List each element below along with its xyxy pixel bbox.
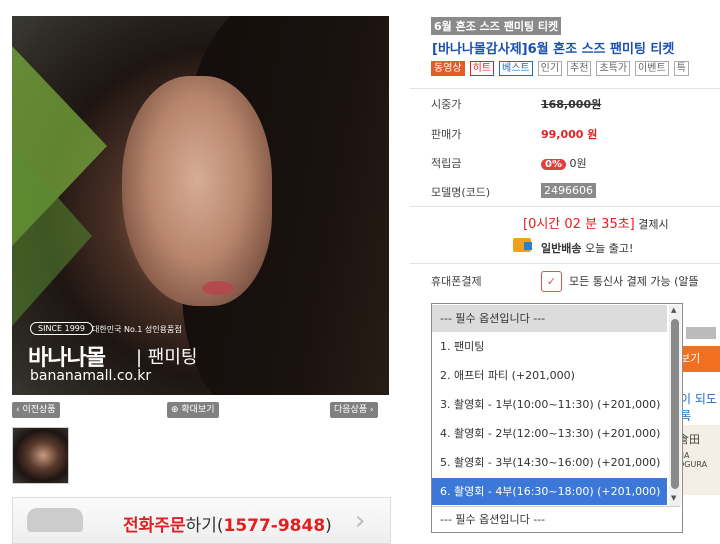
scrollbar-thumb[interactable]	[671, 319, 679, 489]
divider	[410, 263, 720, 264]
truck-cab-icon	[524, 242, 532, 250]
phone-close: )	[325, 516, 332, 536]
brand-subtitle: | 팬미팅	[136, 347, 198, 368]
option-item-3[interactable]: 3. 촬영회 - 1부(10:00~11:30) (+201,000)	[432, 391, 667, 418]
phone-number: 1577-9848	[223, 516, 326, 536]
sale-price-value: 99,000 원	[541, 128, 598, 141]
option-grey-button[interactable]	[686, 327, 716, 339]
tag-video: 동영상	[431, 61, 465, 76]
next-product-button[interactable]: 다음상품 ›	[330, 402, 378, 418]
scroll-down-icon[interactable]: ▼	[671, 494, 676, 502]
side-banner[interactable]: 倉田 NA OGURA	[678, 425, 720, 495]
tag-special: 초특가	[596, 61, 631, 76]
banner-subtitle: NA OGURA	[678, 451, 708, 469]
option-item-5[interactable]: 5. 촬영회 - 3부(14:30~16:00) (+201,000)	[432, 449, 667, 476]
list-price-label: 시중가	[431, 98, 462, 111]
mobile-payment-text: 모든 통신사 결제 가능 (알뜰	[569, 275, 699, 288]
telephone-icon	[27, 508, 83, 532]
tag-popular: 인기	[537, 61, 563, 76]
option-select-current[interactable]: --- 필수 옵션입니다 ---	[432, 506, 680, 531]
product-thumbnail[interactable]	[12, 427, 69, 484]
tag-recommend: 추천	[567, 61, 592, 76]
phone-order-highlight: 전화주문	[123, 516, 186, 536]
banner-title: 倉田	[678, 433, 700, 446]
model-code-badge: 2496606	[541, 183, 596, 198]
product-tags: 동영상 히트 베스트 인기 추천 초특가 이벤트 특	[431, 61, 689, 76]
list-price-value: 168,000원	[541, 98, 602, 111]
option-item-1[interactable]: 1. 팬미팅	[432, 333, 667, 360]
payment-timer: [0시간 02 분 35초] 결제시	[523, 213, 669, 232]
category-badge: 6월 혼조 스즈 팬미팅 티켓	[431, 17, 562, 35]
timer-countdown: 0시간 02 분 35초	[528, 217, 630, 232]
timer-suffix: 결제시	[634, 218, 669, 231]
image-lips	[202, 281, 234, 295]
image-tagline: 대한민국 No.1 성인용품점	[92, 325, 182, 334]
mobile-payment-label: 휴대폰결제	[431, 275, 482, 288]
option-item-2[interactable]: 2. 애프터 파티 (+201,000)	[432, 362, 667, 389]
points-value: 0% 0원	[541, 155, 587, 171]
since-badge: SINCE 1999	[30, 322, 93, 335]
product-main-image[interactable]: SINCE 1999 대한민국 No.1 성인용품점 바나나몰 | 팬미팅 ba…	[12, 16, 389, 395]
prev-product-button[interactable]: ‹ 이전상품	[12, 402, 60, 418]
shipping-text: 오늘 출고!	[581, 242, 634, 255]
tag-best: 베스트	[499, 61, 533, 76]
option-header[interactable]: --- 필수 옵션입니다 ---	[432, 305, 667, 332]
points-amount: 0원	[569, 157, 587, 170]
zoom-button[interactable]: ⊕ 확대보기	[167, 402, 219, 418]
tag-more: 특	[673, 61, 689, 76]
shipping-info: 일반배송 오늘 출고!	[541, 240, 633, 256]
model-value: 2496606	[541, 183, 596, 198]
brand-url: bananamall.co.kr	[30, 368, 152, 384]
points-percent-badge: 0%	[541, 159, 566, 170]
promo-link[interactable]: 이 되도록	[680, 390, 720, 424]
divider	[410, 206, 720, 207]
points-label: 적립금	[431, 157, 462, 170]
product-title: [바나나몰감사제]6월 혼조 스즈 팬미팅 티켓	[432, 42, 675, 57]
checkmark-icon[interactable]: ✓	[541, 271, 562, 292]
divider	[410, 88, 720, 89]
scroll-up-icon[interactable]: ▲	[671, 306, 676, 314]
chevron-right-icon: ›	[355, 506, 366, 536]
image-face	[122, 76, 272, 306]
shipping-type: 일반배송	[541, 242, 582, 255]
option-item-6[interactable]: 6. 촬영회 - 4부(16:30~18:00) (+201,000)	[432, 478, 667, 505]
tag-hit: 히트	[469, 61, 495, 76]
model-label: 모델명(코드)	[431, 186, 491, 199]
phone-order-rest: 하기(	[185, 516, 224, 536]
tag-event: 이벤트	[635, 61, 669, 76]
option-item-4[interactable]: 4. 촬영회 - 2부(12:00~13:30) (+201,000)	[432, 420, 667, 447]
option-listbox[interactable]: --- 필수 옵션입니다 --- 1. 팬미팅 2. 애프터 파티 (+201,…	[431, 303, 683, 533]
listbox-scrollbar[interactable]: ▲ ▼	[669, 305, 681, 506]
decorative-arrow	[12, 146, 92, 326]
sale-price-label: 판매가	[431, 128, 462, 141]
phone-order-text: 전화주문하기(1577-9848)	[123, 511, 332, 536]
